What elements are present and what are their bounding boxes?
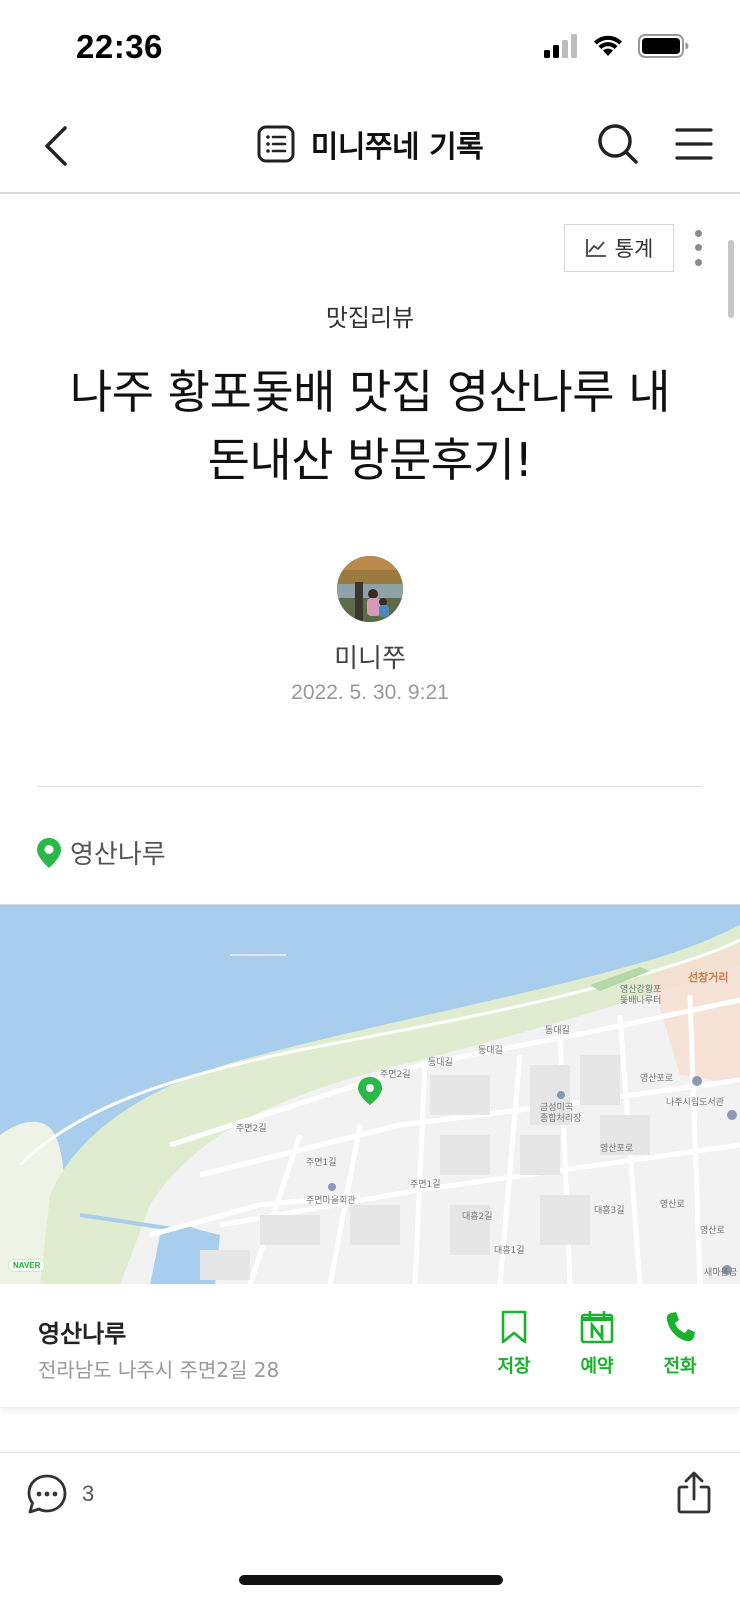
list-icon	[257, 125, 295, 163]
map-label: 영산포로	[640, 1074, 674, 1084]
reserve-label: 예약	[580, 1356, 614, 1377]
map-label: 주면2길	[236, 1124, 267, 1134]
save-button[interactable]: 저장	[484, 1310, 544, 1378]
map-label: 영산강황포 돛배나루터	[620, 985, 662, 1006]
map-label: 대흥3길	[594, 1206, 625, 1216]
map-label: 주면1길	[306, 1158, 337, 1168]
place-link[interactable]: 영산나루	[36, 834, 166, 871]
share-icon	[677, 1471, 711, 1514]
map-label: 동대길	[545, 1026, 570, 1036]
menu-icon	[675, 128, 713, 160]
map-label: 동대길	[428, 1058, 453, 1068]
share-button[interactable]	[672, 1469, 716, 1517]
avatar-photo	[337, 556, 403, 622]
naver-map-logo: NAVER	[8, 1259, 46, 1272]
bottom-bar: 3	[0, 1452, 740, 1538]
place-address: 전라남도 나주시 주면2길 28	[38, 1358, 280, 1382]
place-card-name: 영산나루	[38, 1320, 127, 1348]
more-dot-icon	[694, 259, 702, 267]
nav-bar: 미니쭈네 기록	[0, 100, 740, 194]
map-label: 선창거리	[688, 971, 729, 984]
wifi-icon	[594, 35, 622, 56]
signal-icon	[544, 34, 577, 58]
save-label: 저장	[497, 1356, 531, 1377]
battery-icon	[638, 34, 689, 58]
status-icons	[544, 34, 690, 58]
map-label: 새마을금	[704, 1268, 738, 1278]
menu-button[interactable]	[666, 116, 722, 172]
map-label: 주면1길	[410, 1180, 441, 1190]
home-indicator[interactable]	[239, 1575, 503, 1585]
stats-button[interactable]: 통계	[564, 224, 674, 272]
map-label: 대흥1길	[494, 1246, 525, 1256]
chart-trend-icon	[585, 239, 606, 257]
post-category[interactable]: 맛집리뷰	[0, 298, 740, 333]
reserve-button[interactable]: 예약	[567, 1310, 627, 1378]
comment-count: 3	[82, 1481, 95, 1506]
status-time: 22:36	[76, 28, 163, 65]
post-title-line: 돈내산 방문후기!	[207, 433, 533, 487]
search-button[interactable]	[590, 116, 646, 172]
place-name: 영산나루	[70, 840, 166, 870]
map-label: 영산포로	[600, 1144, 634, 1154]
divider	[38, 786, 702, 787]
call-label: 전화	[663, 1356, 697, 1377]
location-pin-icon	[37, 837, 61, 868]
blog-title: 미니쭈네 기록	[310, 130, 484, 165]
author-avatar[interactable]	[337, 556, 403, 622]
naver-booking-icon	[580, 1311, 614, 1344]
bookmark-icon	[501, 1310, 527, 1344]
more-dot-icon	[694, 244, 702, 252]
post-title: 나주 황포돛배 맛집 영산나루 내 돈내산 방문후기!	[40, 358, 700, 494]
map-label: 주면2길	[380, 1070, 411, 1080]
map-label: 금성미곡 종합처리장	[540, 1103, 582, 1124]
search-icon	[598, 124, 638, 164]
place-map[interactable]: 영산강황포 돛배나루터 선창거리 나주시립도서관 영산포로 영산포로 동대길 동…	[0, 904, 740, 1284]
map-canvas	[0, 905, 740, 1284]
status-bar: 22:36	[0, 0, 740, 100]
post-date: 2022. 5. 30. 9:21	[291, 681, 449, 704]
map-label: 영산로	[660, 1200, 685, 1210]
map-label: 영산로	[700, 1226, 725, 1236]
comment-icon	[27, 1474, 67, 1514]
map-label: 주면마을회관	[306, 1196, 356, 1206]
map-label: 대흥2길	[462, 1212, 493, 1222]
place-card[interactable]: 영산나루 전라남도 나주시 주면2길 28 저장 예약 전화	[0, 1284, 740, 1408]
post-title-line: 나주 황포돛배 맛집 영산나루 내	[69, 365, 671, 419]
author-name[interactable]: 미니쭈	[0, 638, 740, 675]
more-options-button[interactable]	[686, 226, 710, 270]
map-label: 나주시립도서관	[666, 1098, 724, 1108]
call-button[interactable]: 전화	[650, 1310, 710, 1378]
phone-icon	[666, 1312, 695, 1342]
more-dot-icon	[694, 229, 702, 237]
map-label: 동대길	[478, 1046, 503, 1056]
comment-button[interactable]: 3	[26, 1473, 94, 1515]
stats-label: 통계	[614, 237, 654, 261]
